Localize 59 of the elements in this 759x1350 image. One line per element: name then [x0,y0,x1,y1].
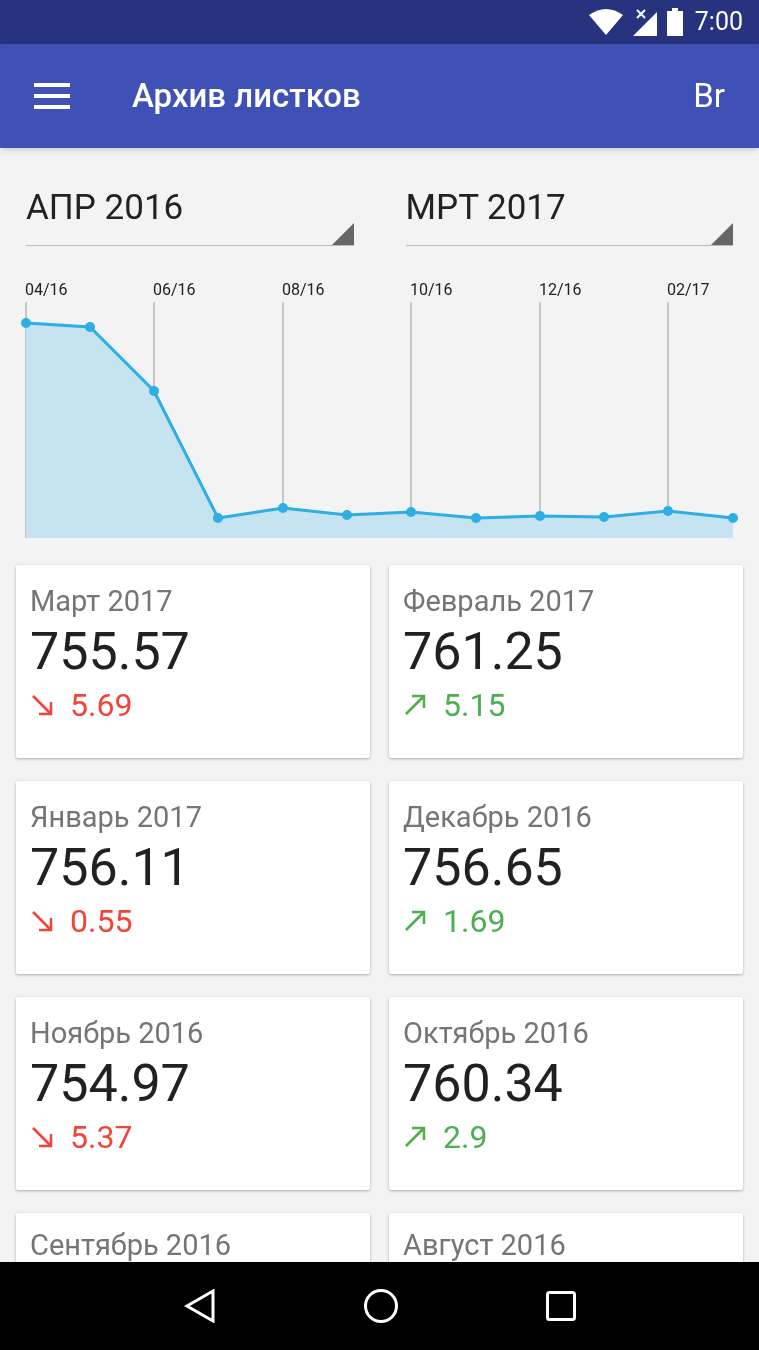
value-text: 755.57 [30,621,190,683]
data-point [342,510,352,520]
month-label: Октябрь 2016 [403,1015,589,1051]
data-point [149,386,159,396]
change-value: 5.15 [443,685,506,725]
app-title: Архив листков [132,75,361,118]
data-point [599,512,609,522]
month-card[interactable]: Февраль 2017 761.25 5.15 [389,565,743,758]
month-card[interactable]: Август 2016 [389,1213,743,1264]
month-card[interactable]: Март 2017 755.57 5.69 [16,565,370,758]
change-value: 5.69 [70,685,133,725]
month-label: Январь 2017 [30,799,202,835]
data-point [213,513,223,523]
value-text: 760.34 [403,1053,563,1115]
status-time: 7:00 [694,6,743,39]
axis-label: 12/16 [539,279,582,301]
month-label: Ноябрь 2016 [30,1015,204,1051]
month-card[interactable]: Октябрь 2016 760.34 2.9 [389,997,743,1190]
data-point [535,511,545,521]
currency-button[interactable]: Br [693,71,725,121]
month-card[interactable]: Сентябрь 2016 [16,1213,370,1264]
recents-icon[interactable] [545,1291,576,1321]
axis-label: 02/17 [667,279,710,301]
menu-icon[interactable] [34,83,70,109]
month-label: Сентябрь 2016 [30,1227,232,1263]
value-text: 754.97 [30,1053,190,1115]
back-icon[interactable] [183,1289,216,1323]
month-card[interactable]: Ноябрь 2016 754.97 5.37 [16,997,370,1190]
axis-label: 10/16 [410,279,453,301]
data-point [406,507,416,517]
to-dropdown[interactable]: МРТ 2017 [405,186,733,246]
month-label: Август 2016 [403,1227,566,1263]
data-point [728,513,738,523]
axis-label: 06/16 [153,279,196,301]
value-text: 761.25 [403,621,563,683]
data-point [85,322,95,332]
axis-label: 04/16 [25,279,68,301]
month-label: Февраль 2017 [403,583,595,619]
data-point [278,503,288,513]
dropdown-corner-icon [711,223,733,245]
dropdown-corner-icon [331,223,354,245]
data-point [21,318,31,328]
change-value: 5.37 [70,1117,133,1157]
value-text: 756.65 [403,837,563,899]
battery-icon [666,8,683,36]
change-value: 0.55 [70,901,133,941]
from-dropdown[interactable]: АПР 2016 [26,186,354,246]
month-label: Март 2017 [30,583,173,619]
data-point [471,513,481,523]
home-icon[interactable] [362,1288,399,1324]
month-card[interactable]: Январь 2017 756.11 0.55 [16,781,370,974]
change-value: 1.69 [443,901,506,941]
month-card[interactable]: Декабрь 2016 756.65 1.69 [389,781,743,974]
change-value: 2.9 [443,1117,488,1157]
month-label: Декабрь 2016 [403,799,592,835]
wifi-icon [588,9,623,35]
value-text: 756.11 [30,837,190,899]
data-point [663,506,673,516]
axis-label: 08/16 [282,279,325,301]
